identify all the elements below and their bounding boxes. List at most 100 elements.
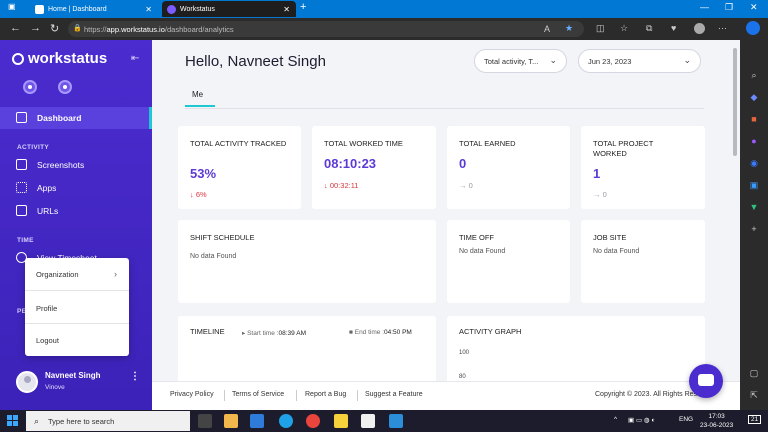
copilot-icon[interactable] [746, 21, 760, 35]
tab-label: Me [192, 90, 204, 99]
brand-logo[interactable]: workstatus [12, 50, 107, 67]
collapse-sidebar-icon[interactable]: ⇤ [131, 53, 139, 64]
tab-underline [185, 108, 704, 109]
add-icon[interactable]: + [748, 224, 760, 236]
more-options-icon[interactable]: ⋮ [130, 371, 140, 382]
activity-filter-select[interactable]: Total activity, T... ⌄ [474, 49, 567, 73]
report-bug-link[interactable]: Report a Bug [305, 391, 346, 398]
card-total-worked-time: TOTAL WORKED TIME 08:10:23 ↓ 00:32:11 [312, 126, 436, 209]
sidebar-item-screenshots[interactable]: Screenshots [0, 154, 152, 176]
language-indicator[interactable]: ENG [679, 416, 693, 423]
read-aloud-icon[interactable]: A [544, 24, 550, 34]
timer-button-2[interactable] [58, 80, 72, 94]
tab-workstatus[interactable]: Workstatus ✕ [162, 1, 296, 17]
delta-value: 6% [195, 190, 207, 199]
brand-name: workstatus [28, 50, 108, 67]
clock-date: 23-06-2023 [700, 422, 734, 429]
tools-icon[interactable]: ■ [748, 114, 760, 126]
favorites-icon[interactable]: ☆ [620, 23, 628, 34]
sidebar-layout-icon[interactable]: ▢ [748, 368, 760, 380]
search-icon[interactable]: ⌕ [748, 70, 760, 82]
m365-icon[interactable]: ◉ [748, 158, 760, 170]
games-icon[interactable]: ● [748, 136, 760, 148]
user-profile[interactable]: Navneet Singh Vinove ⋮ [0, 362, 152, 410]
menu-item-organization[interactable]: Organization › [25, 258, 129, 290]
avatar [16, 371, 38, 393]
tray-icons[interactable]: ▣ ▭ ◍ ◐ [628, 416, 655, 424]
menu-item-label: Profile [36, 303, 58, 313]
browser-menu-icon[interactable]: ▣ [8, 2, 16, 11]
sidebar-item-dashboard[interactable]: Dashboard [0, 107, 152, 129]
end-label: End time : [354, 329, 384, 336]
minimize-icon[interactable]: — [700, 2, 709, 12]
restore-icon[interactable]: ❐ [725, 2, 733, 13]
url-field[interactable]: 🔒 https://app.workstatus.io/dashboard/an… [68, 21, 584, 37]
delta-value: 0 [468, 181, 473, 190]
end-time: 04:50 PM [384, 329, 412, 336]
sidebar-item-label: Screenshots [37, 160, 85, 170]
tab-me[interactable]: Me [185, 87, 215, 107]
external-link-icon[interactable]: ⇱ [748, 390, 760, 402]
edge-icon[interactable] [279, 414, 293, 428]
back-icon[interactable]: ← [10, 22, 21, 34]
tab-home-dashboard[interactable]: Home | Dashboard ✕ [30, 1, 158, 17]
taskbar-clock[interactable]: 17:03 23-06-2023 [700, 412, 733, 430]
outlook-icon[interactable]: ▣ [748, 180, 760, 192]
refresh-icon[interactable]: ↻ [50, 22, 59, 35]
card-job-site: JOB SITE No data Found [581, 220, 705, 303]
urls-icon [16, 205, 27, 216]
privacy-policy-link[interactable]: Privacy Policy [170, 391, 214, 398]
url-prefix: https:// [84, 24, 107, 34]
tab-label: Home | Dashboard [48, 5, 107, 13]
close-window-icon[interactable]: ✕ [750, 2, 758, 13]
sidebar-item-apps[interactable]: Apps [0, 177, 152, 199]
shopping-icon[interactable]: ◆ [748, 92, 760, 104]
profile-avatar-icon[interactable] [694, 23, 705, 34]
word-icon[interactable] [361, 414, 375, 428]
drop-icon[interactable]: ▼ [748, 202, 760, 214]
close-icon[interactable]: ✕ [145, 5, 152, 14]
sidebar-item-urls[interactable]: URLs [0, 200, 152, 222]
user-organization: Vinove [45, 384, 65, 391]
forward-icon[interactable]: → [30, 22, 41, 34]
sidebar-item-label: Apps [37, 183, 57, 193]
new-tab-icon[interactable]: + [300, 1, 306, 13]
file-explorer-icon[interactable] [224, 414, 238, 428]
mail-icon[interactable] [250, 414, 264, 428]
sticky-notes-icon[interactable] [334, 414, 348, 428]
page-title: Hello, Navneet Singh [185, 53, 326, 70]
chevron-down-icon: ⌄ [549, 55, 557, 65]
search-placeholder: Type here to search [48, 416, 115, 426]
card-shift-schedule: SHIFT SCHEDULE No data Found [178, 220, 436, 303]
menu-item-profile[interactable]: Profile [25, 292, 129, 324]
task-view-icon[interactable] [198, 414, 212, 428]
chrome-icon[interactable] [306, 414, 320, 428]
browser-essentials-icon[interactable]: ♥ [671, 23, 676, 33]
card-title: TOTAL WORKED TIME [324, 139, 403, 148]
timer-button[interactable] [23, 80, 37, 94]
chat-support-button[interactable] [689, 364, 723, 398]
terms-link[interactable]: Terms of Service [232, 391, 284, 398]
suggest-feature-link[interactable]: Suggest a Feature [365, 391, 423, 398]
card-value: 0 [459, 156, 467, 171]
chevron-right-icon: › [114, 269, 117, 279]
settings-more-icon[interactable]: ⋯ [718, 23, 727, 34]
favorite-star-icon[interactable]: ★ [565, 23, 573, 34]
date-picker[interactable]: Jun 23, 2023 ⌄ [578, 49, 701, 73]
sidebar-item-label: Dashboard [37, 113, 82, 123]
taskbar-search[interactable]: ⌕ Type here to search [26, 411, 190, 431]
split-screen-icon[interactable]: ◫ [596, 23, 605, 34]
page-icon [35, 5, 44, 14]
notification-count[interactable]: 21 [748, 415, 762, 424]
menu-item-logout[interactable]: Logout [25, 324, 129, 356]
empty-state: No data Found [190, 253, 237, 260]
url-path: /dashboard/analytics [164, 24, 234, 34]
close-icon[interactable]: ✕ [283, 5, 290, 14]
collections-icon[interactable]: ⧉ [646, 23, 652, 34]
skype-icon[interactable] [389, 414, 403, 428]
chevron-down-icon: ⌄ [683, 55, 691, 65]
divider [296, 390, 297, 401]
scrollbar[interactable] [733, 48, 737, 156]
windows-start-icon[interactable] [7, 415, 18, 426]
tray-chevron-icon[interactable]: ^ [614, 416, 617, 423]
